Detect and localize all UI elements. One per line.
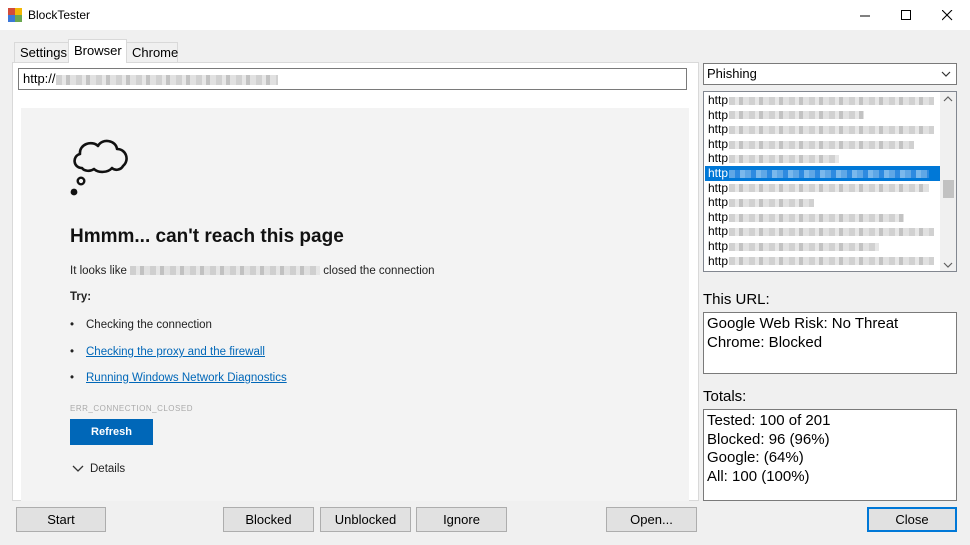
maximize-button[interactable]	[883, 0, 929, 30]
chevron-down-icon	[943, 262, 953, 268]
scroll-thumb[interactable]	[943, 180, 954, 198]
url-list-item[interactable]: http	[705, 122, 941, 137]
url-item-prefix: http	[708, 93, 729, 107]
error-desc-prefix: It looks like	[70, 265, 127, 277]
details-label: Details	[90, 463, 126, 475]
url-list-item[interactable]: http	[705, 254, 941, 269]
redacted-url	[729, 257, 935, 266]
error-description: It looks like closed the connection	[70, 265, 435, 277]
url-item-prefix: http	[708, 136, 729, 151]
redacted-url	[729, 169, 930, 178]
error-code: ERR_CONNECTION_CLOSED	[70, 404, 193, 413]
url-item-prefix: http	[708, 224, 729, 239]
url-item-prefix: http	[708, 195, 729, 210]
this-url-textbox[interactable]: Google Web Risk: No Threat Chrome: Block…	[703, 312, 957, 374]
url-item-prefix: http	[708, 151, 729, 166]
proxy-firewall-link[interactable]: Checking the proxy and the firewall	[86, 346, 265, 358]
close-button[interactable]: Close	[867, 507, 957, 532]
url-list-item[interactable]: http	[705, 137, 941, 152]
url-item-prefix: http	[708, 166, 729, 180]
redacted-url	[729, 184, 930, 193]
tab-chrome[interactable]: Chrome	[126, 42, 178, 62]
category-value: Phishing	[707, 66, 757, 81]
minimize-icon	[859, 15, 870, 16]
category-select[interactable]: Phishing	[703, 63, 957, 85]
url-item-prefix: http	[708, 209, 729, 224]
totals-textbox[interactable]: Tested: 100 of 201 Blocked: 96 (96%) Goo…	[703, 409, 957, 501]
minimize-button[interactable]	[842, 0, 888, 30]
details-toggle[interactable]: Details	[72, 463, 125, 475]
chevron-down-icon	[941, 71, 951, 77]
url-list-scrollbar[interactable]	[940, 92, 956, 271]
error-desc-suffix: closed the connection	[323, 265, 435, 277]
blocked-button[interactable]: Blocked	[223, 507, 314, 532]
totals-line: All: 100 (100%)	[707, 467, 810, 485]
redacted-url	[55, 74, 278, 85]
suggestion-item: • Checking the proxy and the firewall	[70, 346, 265, 358]
window-title: BlockTester	[28, 8, 91, 22]
suggestion-item: • Checking the connection	[70, 319, 212, 331]
redacted-url	[729, 111, 865, 120]
ignore-button[interactable]: Ignore	[416, 507, 507, 532]
cloud-icon	[70, 139, 128, 196]
refresh-button[interactable]: Refresh	[70, 419, 153, 445]
this-url-line: Chrome: Blocked	[707, 333, 823, 351]
redacted-url	[729, 242, 880, 251]
redacted-url	[729, 155, 840, 164]
totals-label: Totals:	[703, 388, 747, 405]
tab-settings[interactable]: Settings	[14, 42, 69, 62]
suggestion-item: • Running Windows Network Diagnostics	[70, 372, 287, 384]
network-diagnostics-link[interactable]: Running Windows Network Diagnostics	[86, 372, 287, 384]
url-list-item[interactable]: http	[705, 166, 941, 181]
url-list-item[interactable]: http	[705, 181, 941, 196]
redacted-url	[729, 213, 905, 222]
redacted-url	[729, 96, 935, 105]
totals-line: Google: (64%)	[707, 449, 804, 466]
url-list-item[interactable]: http	[705, 195, 941, 210]
chevron-down-icon	[72, 465, 84, 472]
app-icon	[8, 8, 22, 22]
error-title: Hmmm... can't reach this page	[70, 226, 344, 247]
url-item-prefix: http	[708, 180, 729, 195]
url-item-prefix: http	[708, 122, 729, 137]
suggestion-text: Checking the connection	[86, 319, 212, 331]
url-prefix: http://	[23, 71, 56, 86]
redacted-host	[130, 266, 321, 276]
url-list-item[interactable]: http	[705, 93, 941, 108]
close-icon	[941, 9, 952, 20]
totals-line: Tested: 100 of 201	[707, 412, 831, 429]
url-list-item[interactable]: http	[705, 210, 941, 225]
url-list-item[interactable]: http	[705, 239, 941, 254]
try-label: Try:	[70, 291, 92, 303]
redacted-url	[729, 228, 935, 237]
chevron-up-icon	[943, 96, 953, 102]
close-window-button[interactable]	[924, 0, 970, 30]
redacted-url	[729, 126, 935, 135]
open-button[interactable]: Open...	[606, 507, 697, 532]
maximize-icon	[900, 9, 911, 20]
url-input[interactable]: http://	[18, 68, 687, 90]
start-button[interactable]: Start	[16, 507, 106, 532]
unblocked-button[interactable]: Unblocked	[320, 507, 411, 532]
tab-browser[interactable]: Browser	[68, 39, 127, 63]
totals-line: Blocked: 96 (96%)	[707, 430, 830, 448]
url-item-prefix: http	[708, 107, 729, 122]
redacted-url	[729, 199, 815, 208]
title-bar	[0, 0, 970, 30]
url-item-prefix: http	[708, 253, 729, 268]
redacted-url	[729, 140, 915, 149]
this-url-line: Google Web Risk: No Threat	[707, 315, 899, 332]
url-list[interactable]: http http http http http http http http http http…	[703, 91, 957, 272]
this-url-label: This URL:	[703, 291, 770, 308]
url-list-item[interactable]: http	[705, 108, 941, 123]
url-item-prefix: http	[708, 239, 729, 253]
url-list-item[interactable]: http	[705, 151, 941, 166]
url-list-item[interactable]: http	[705, 224, 941, 239]
